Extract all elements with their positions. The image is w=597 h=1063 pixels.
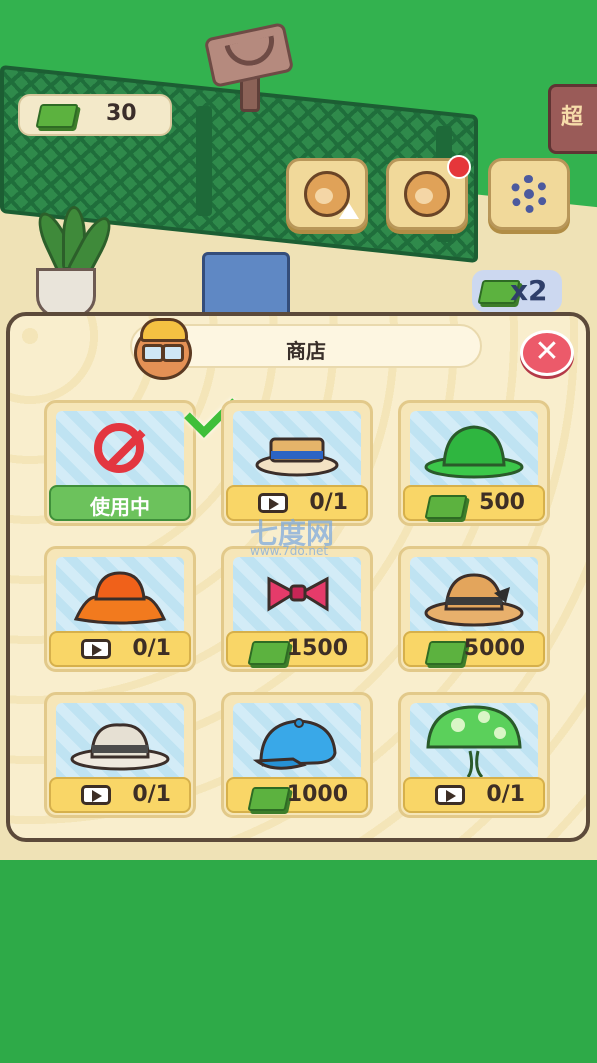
fence-post [196, 106, 212, 216]
shop-panel: 商店 ✕ 使用中 0/1 500 0/1 1500 5000 0/1 1000 … [6, 312, 590, 842]
arrow-up-icon [339, 203, 359, 219]
item-footer-label: 1500 [286, 636, 348, 661]
avatar-glasses [162, 344, 184, 362]
watermark-url: www.7do.net [250, 544, 329, 558]
shop-item-green-bucket-hat[interactable]: 500 [398, 400, 550, 526]
no-hat-icon [94, 423, 144, 473]
video-ad-icon [81, 639, 111, 659]
shop-item-boater-hat[interactable]: 0/1 [221, 400, 373, 526]
item-footer-label: 5000 [463, 636, 525, 661]
item-preview [233, 557, 361, 635]
video-ad-icon [258, 493, 288, 513]
video-ad-icon [81, 785, 111, 805]
shop-item-orange-bucket-hat[interactable]: 0/1 [44, 546, 196, 672]
avatar-cap [140, 318, 188, 342]
item-footer-label: 0/1 [132, 782, 171, 807]
shop-item-none[interactable]: 使用中 [44, 384, 238, 526]
shop-item-white-fedora[interactable]: 0/1 [44, 692, 196, 818]
boater-hat-icon [255, 437, 339, 477]
bow-tie-icon [267, 576, 329, 612]
shop-item-mushroom-hat[interactable]: 0/1 [398, 692, 550, 818]
upgrade-staff-button[interactable] [286, 158, 368, 230]
cash-icon [247, 787, 291, 811]
monkey-avatar-icon [128, 316, 194, 380]
customer-button[interactable] [386, 155, 471, 230]
monkey-hat-icon [404, 171, 450, 217]
cash-counter: 30 [18, 94, 172, 136]
item-price-bar[interactable]: 0/1 [403, 777, 545, 813]
orange-bucket-hat-icon [73, 571, 167, 625]
close-button[interactable]: ✕ [520, 330, 574, 376]
gear-icon [510, 175, 548, 213]
fedora-icon [70, 723, 170, 771]
shop-item-blue-cap[interactable]: 1000 [221, 692, 373, 818]
mushroom-hat-icon [426, 705, 522, 779]
notification-dot [447, 155, 471, 179]
cash-icon [424, 495, 468, 519]
grass-area-bottom [0, 860, 597, 1063]
shop-sign: 超 [548, 84, 597, 154]
newsboy-cap-icon [252, 718, 337, 770]
item-preview [56, 703, 184, 781]
cash-value: 30 [106, 101, 137, 126]
cash-icon [247, 641, 291, 665]
item-preview [410, 557, 538, 635]
item-price-bar[interactable]: 0/1 [49, 777, 191, 813]
item-footer-label: 1000 [286, 782, 348, 807]
shop-item-bow-tie[interactable]: 1500 [221, 546, 373, 672]
cash-icon [424, 641, 468, 665]
item-price-bar[interactable]: 1500 [226, 631, 368, 667]
shop-sign-text: 超 [561, 105, 584, 130]
item-footer-label: 500 [479, 490, 525, 515]
settings-button[interactable] [488, 158, 570, 230]
green-bucket-hat-icon [424, 425, 524, 479]
in-use-badge: 使用中 [49, 485, 191, 521]
plant-pot [36, 268, 96, 318]
income-multiplier[interactable]: x2 [472, 270, 562, 312]
item-footer-label: 0/1 [486, 782, 525, 807]
item-price-bar[interactable]: 500 [403, 485, 545, 521]
item-footer-label: 使用中 [90, 495, 150, 519]
straw-hat-icon [424, 573, 524, 627]
cash-icon [35, 104, 79, 128]
item-footer-label: 0/1 [132, 636, 171, 661]
item-preview [56, 411, 184, 489]
item-preview [233, 703, 361, 781]
shop-item-straw-hat[interactable]: 5000 [398, 546, 550, 672]
item-preview [233, 411, 361, 489]
item-preview [410, 703, 538, 781]
item-preview [410, 411, 538, 489]
item-price-bar[interactable]: 5000 [403, 631, 545, 667]
banana-icon [224, 35, 279, 71]
avatar-glasses [142, 344, 164, 362]
item-preview [56, 557, 184, 635]
multiplier-label: x2 [510, 274, 548, 307]
item-price-bar[interactable]: 0/1 [49, 631, 191, 667]
video-ad-icon [435, 785, 465, 805]
item-price-bar[interactable]: 1000 [226, 777, 368, 813]
